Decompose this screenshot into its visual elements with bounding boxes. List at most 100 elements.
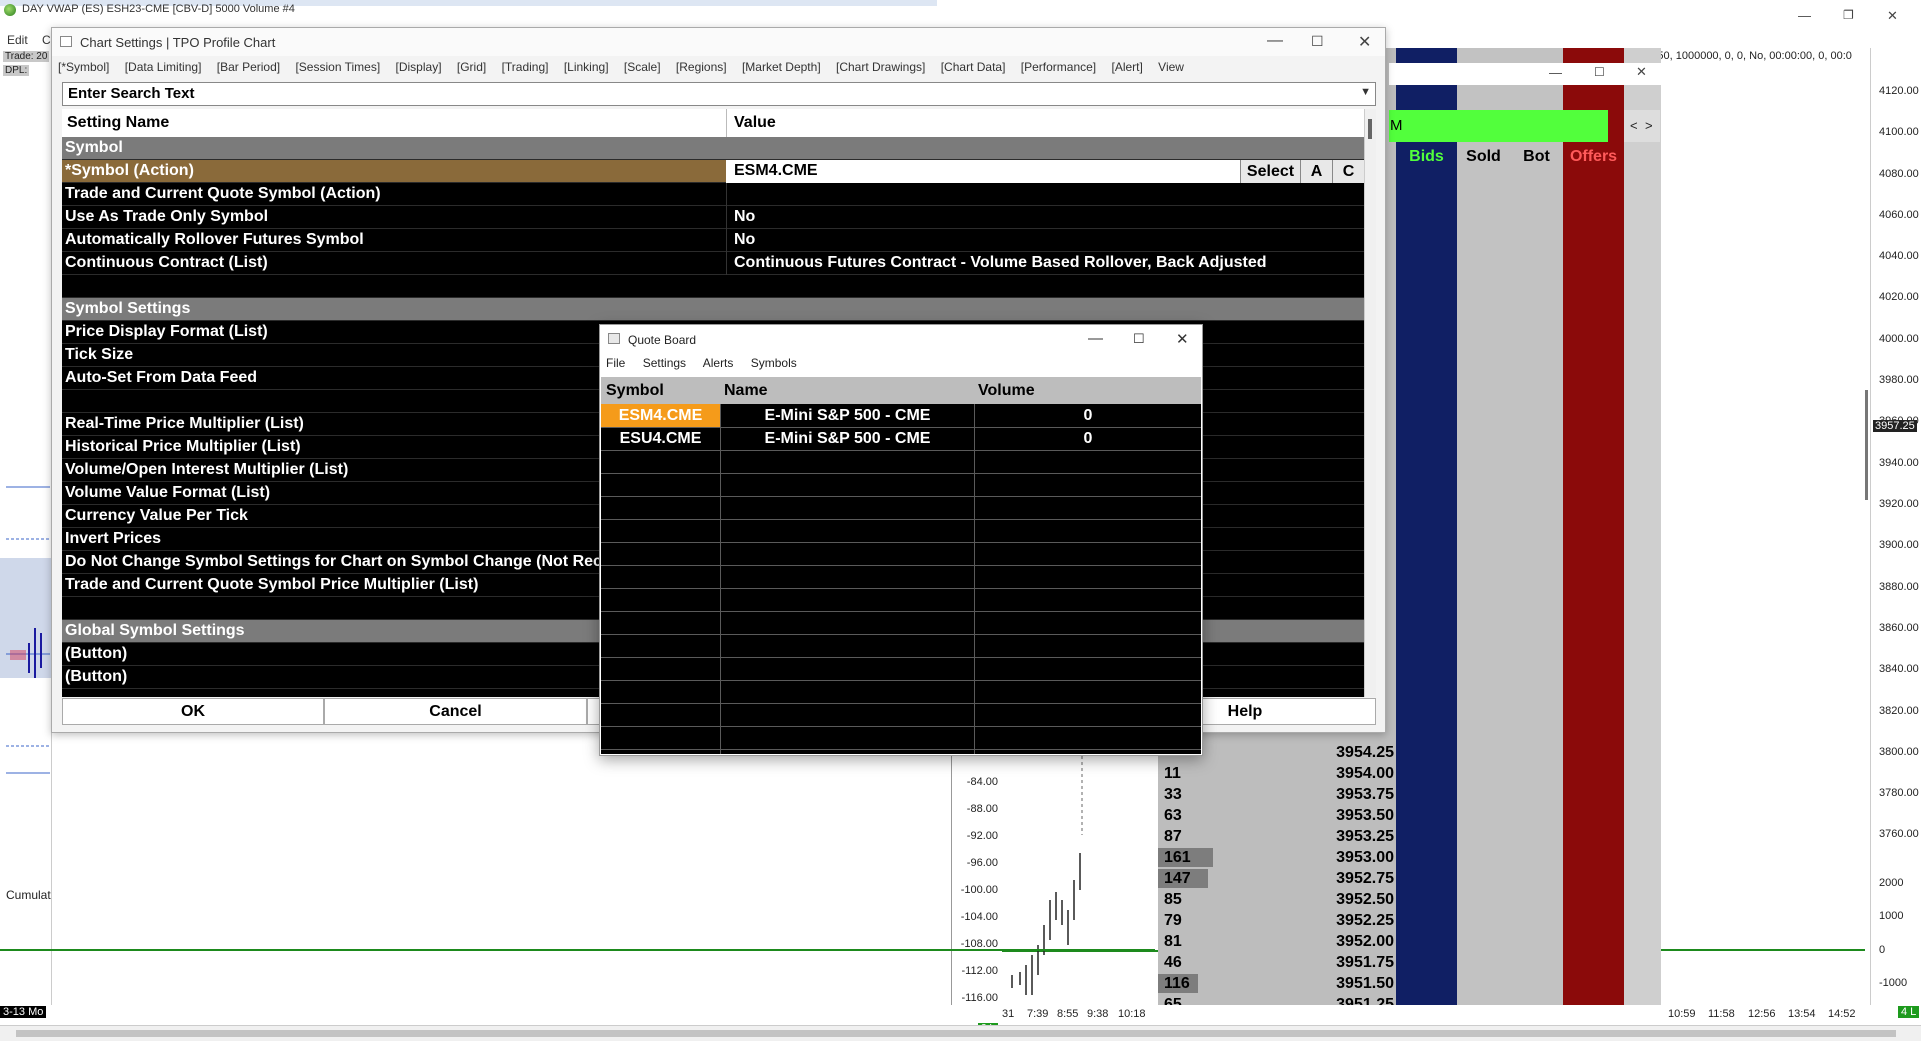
ladder-price: 3953.25	[1336, 828, 1394, 845]
quote-symbol[interactable]: ESU4.CME	[601, 427, 720, 450]
axis-tick: 3820.00	[1879, 705, 1919, 717]
menu-data-limiting[interactable]: [Data Limiting]	[125, 60, 202, 74]
ladder-row[interactable]: 87 3953.25	[1158, 826, 1396, 847]
ladder-row[interactable]: 147 3952.75	[1158, 868, 1396, 889]
menu-symbol[interactable]: [*Symbol]	[58, 60, 109, 74]
menu-market-depth[interactable]: [Market Depth]	[742, 60, 821, 74]
scroll-thumb[interactable]	[1368, 119, 1372, 139]
col-symbol[interactable]: Symbol	[606, 382, 664, 400]
bids-column[interactable]	[1396, 48, 1457, 1023]
menu-performance[interactable]: [Performance]	[1021, 60, 1096, 74]
menu-scale[interactable]: [Scale]	[624, 60, 661, 74]
close-icon[interactable]: ✕	[1358, 32, 1371, 52]
menu-edit[interactable]: Edit	[7, 33, 28, 47]
menu-alert[interactable]: [Alert]	[1111, 60, 1142, 74]
ladder-row[interactable]: 11 3954.00	[1158, 763, 1396, 784]
setting-row-selected[interactable]: *Symbol (Action) ESM4.CME Select A C	[62, 160, 1364, 183]
quote-symbol[interactable]: ESM4.CME	[601, 404, 720, 427]
dom-minimize-icon[interactable]: —	[1549, 65, 1562, 80]
row-value: No	[734, 231, 756, 248]
ladder-row[interactable]: 79 3952.25	[1158, 910, 1396, 931]
scroll-thumb[interactable]	[16, 1030, 1896, 1037]
menu-settings[interactable]: Settings	[643, 356, 686, 370]
dom-close-icon[interactable]: ✕	[1636, 64, 1647, 80]
window-icon	[608, 333, 620, 344]
select-button[interactable]: Select	[1240, 160, 1300, 183]
search-input[interactable]: Enter Search Text ▼	[62, 82, 1376, 106]
menu-display[interactable]: [Display]	[396, 60, 442, 74]
row-name: Do Not Change Symbol Settings for Chart …	[65, 553, 602, 570]
offers-column[interactable]	[1563, 48, 1624, 1023]
menu-c[interactable]: C	[42, 33, 51, 47]
a-button[interactable]: A	[1300, 160, 1332, 183]
col-name[interactable]: Name	[724, 382, 768, 400]
menu-session-times[interactable]: [Session Times]	[295, 60, 380, 74]
c-button[interactable]: C	[1332, 160, 1364, 183]
menu-bar-period[interactable]: [Bar Period]	[217, 60, 280, 74]
settings-scrollbar[interactable]	[1364, 109, 1376, 697]
time-tick: 13:54	[1788, 1008, 1816, 1020]
menu-alerts[interactable]: Alerts	[703, 356, 734, 370]
column-divider[interactable]	[726, 109, 727, 137]
minimize-icon[interactable]: —	[1267, 32, 1283, 50]
ladder-row[interactable]: 161 3953.00	[1158, 847, 1396, 868]
setting-row[interactable]: Trade and Current Quote Symbol (Action)	[62, 183, 1364, 206]
row-value: No	[734, 208, 756, 225]
setting-row[interactable]: Continuous Contract (List) Continuous Fut…	[62, 252, 1364, 275]
quote-row[interactable]: ESM4.CME E-Mini S&P 500 - CME 0	[601, 404, 1201, 427]
ladder-row[interactable]: 63 3953.50	[1158, 805, 1396, 826]
menu-symbols[interactable]: Symbols	[751, 356, 797, 370]
mini-price-chart	[1002, 750, 1159, 995]
ladder-row[interactable]: 46 3951.75	[1158, 952, 1396, 973]
maximize-icon[interactable]: ☐	[1133, 331, 1145, 347]
menu-regions[interactable]: [Regions]	[676, 60, 727, 74]
col-volume[interactable]: Volume	[978, 382, 1035, 400]
close-icon[interactable]: ✕	[1176, 330, 1189, 348]
ladder-row[interactable]: 33 3953.75	[1158, 784, 1396, 805]
close-icon[interactable]: ✕	[1887, 8, 1898, 24]
row-name: Automatically Rollover Futures Symbol	[65, 231, 364, 248]
nav-right-icon[interactable]: >	[1645, 118, 1653, 133]
ok-button[interactable]: OK	[62, 698, 324, 725]
setting-row[interactable]: Automatically Rollover Futures Symbol No	[62, 229, 1364, 252]
menu-chart-data[interactable]: [Chart Data]	[941, 60, 1006, 74]
menu-trading[interactable]: [Trading]	[502, 60, 549, 74]
ladder-row[interactable]: 116 3951.50	[1158, 973, 1396, 994]
menu-file[interactable]: File	[606, 356, 625, 370]
grid-line	[601, 726, 1201, 727]
axis-tick: 3940.00	[1879, 457, 1919, 469]
quote-volume: 0	[1083, 430, 1093, 447]
minimize-icon[interactable]: —	[1798, 8, 1811, 23]
minimize-icon[interactable]: —	[1088, 330, 1103, 347]
ladder-row[interactable]: 85 3952.50	[1158, 889, 1396, 910]
cancel-button[interactable]: Cancel	[324, 698, 587, 725]
axis-tick: 4000.00	[1879, 333, 1919, 345]
horizontal-scrollbar[interactable]	[0, 1025, 1921, 1041]
ladder-row[interactable]: 81 3952.00	[1158, 931, 1396, 952]
price-scrollbar[interactable]	[1865, 390, 1868, 500]
dom-maximize-icon[interactable]: ☐	[1594, 65, 1605, 79]
cum-axis-tick: -116.00	[961, 992, 999, 1004]
menu-linking[interactable]: [Linking]	[564, 60, 609, 74]
symbol-value-field[interactable]: ESM4.CME Select A C	[726, 160, 1364, 183]
menu-view[interactable]: View	[1158, 60, 1184, 74]
axis-tick: 3760.00	[1879, 828, 1919, 840]
restore-icon[interactable]: ❐	[1843, 8, 1854, 22]
ladder-volume: 33	[1164, 786, 1182, 803]
axis-tick: 3880.00	[1879, 581, 1919, 593]
nav-left-icon[interactable]: <	[1630, 118, 1638, 133]
time-tick: 10:18	[1118, 1008, 1146, 1020]
setting-row[interactable]: Use As Trade Only Symbol No	[62, 206, 1364, 229]
menu-chart-drawings[interactable]: [Chart Drawings]	[836, 60, 925, 74]
cum-axis-tick: -88.00	[966, 803, 998, 815]
ladder-price: 3952.75	[1336, 870, 1394, 887]
maximize-icon[interactable]: ☐	[1311, 33, 1324, 50]
quote-row[interactable]: ESU4.CME E-Mini S&P 500 - CME 0	[601, 427, 1201, 450]
cum-axis-tick: -112.00	[961, 965, 999, 977]
price-axis[interactable]: 4120.00 4100.00 4080.00 4060.00 4040.00 …	[1870, 48, 1921, 1008]
chevron-down-icon[interactable]: ▼	[1360, 86, 1371, 98]
ladder-volume: 161	[1164, 849, 1191, 866]
row-name: Real-Time Price Multiplier (List)	[65, 415, 304, 432]
ladder-price: 3952.25	[1336, 912, 1394, 929]
menu-grid[interactable]: [Grid]	[457, 60, 486, 74]
